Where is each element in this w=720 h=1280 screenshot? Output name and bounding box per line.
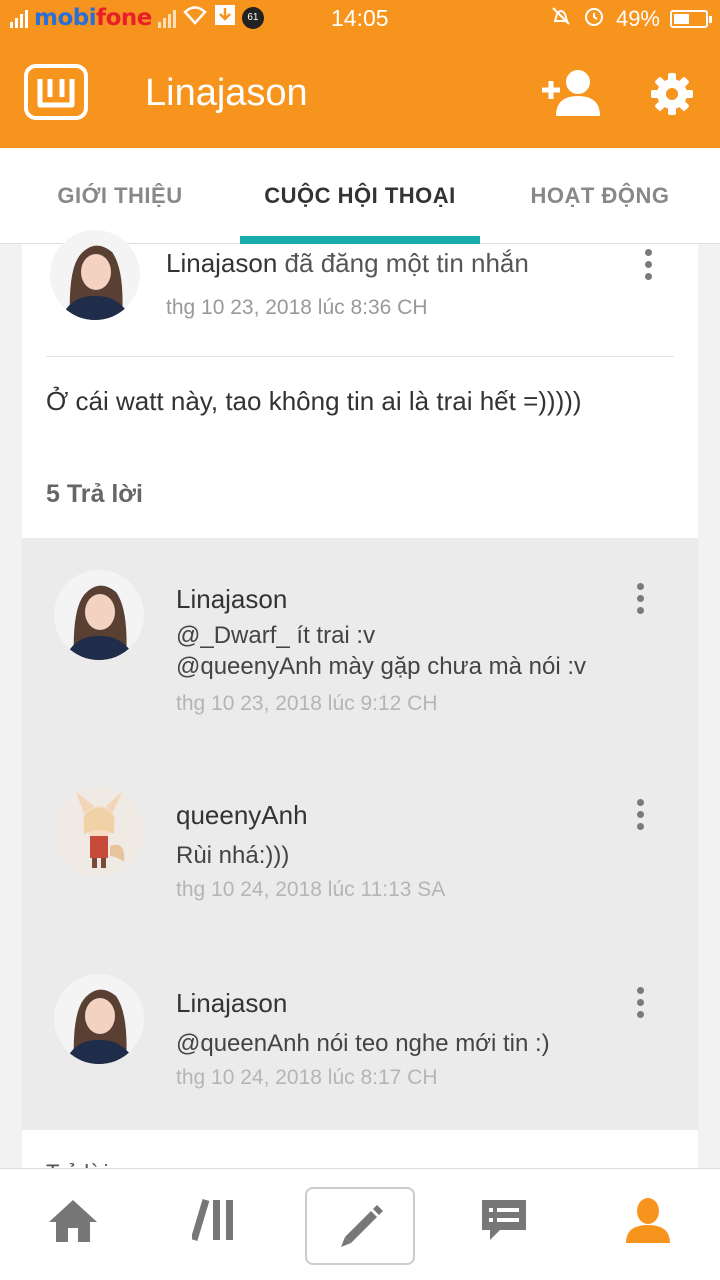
carrier-name: mobifone <box>34 4 152 31</box>
clock: 14:05 <box>331 5 389 31</box>
reply-more-button[interactable] <box>628 982 652 1022</box>
post-more-button[interactable] <box>636 244 660 284</box>
status-bar: mobifone 61 14:05 49% <box>0 0 720 36</box>
avatar[interactable] <box>54 786 144 876</box>
avatar[interactable] <box>50 230 140 320</box>
active-tab-indicator <box>240 236 480 244</box>
tab-activity[interactable]: HOẠT ĐỘNG <box>480 148 720 244</box>
home-icon <box>49 1200 97 1242</box>
reply-author[interactable]: queenyAnh <box>176 800 308 831</box>
wattpad-logo-icon[interactable] <box>24 64 88 120</box>
add-user-button[interactable] <box>540 66 604 122</box>
post-body: Ở cái watt này, tao không tin ai là trai… <box>46 386 582 416</box>
nav-write[interactable] <box>305 1187 415 1265</box>
profile-title: Linajason <box>145 72 308 114</box>
nav-messages[interactable] <box>449 1181 559 1259</box>
reply-text: @_Dwarf_ ít trai :v @queenyAnh mày gặp c… <box>176 622 586 680</box>
post-header: Linajason đã đăng một tin nhắn <box>166 248 529 279</box>
library-icon <box>192 1198 233 1242</box>
download-icon <box>214 4 236 31</box>
settings-button[interactable] <box>644 66 700 122</box>
reply-more-button[interactable] <box>628 794 652 834</box>
reply-author[interactable]: Linajason <box>176 584 287 615</box>
reply-count: 5 Trả lời <box>46 480 143 508</box>
signal-2-icon <box>157 8 176 28</box>
gear-icon <box>651 73 693 115</box>
conversation-card: Linajason đã đăng một tin nhắn thg 10 23… <box>22 230 698 1280</box>
reply-text: @queenAnh nói teo nghe mới tin :) <box>176 1030 550 1057</box>
post-action: đã đăng một tin nhắn <box>284 248 529 278</box>
reply-text: Rùi nhá:))) <box>176 842 290 869</box>
battery-percent: 49% <box>615 6 660 31</box>
reply-timestamp: thg 10 24, 2018 lúc 11:13 SA <box>176 878 446 901</box>
notification-badge: 61 <box>241 6 264 29</box>
post-timestamp: thg 10 23, 2018 lúc 8:36 CH <box>166 296 428 319</box>
reply-author[interactable]: Linajason <box>176 988 287 1019</box>
tab-conversations[interactable]: CUỘC HỘI THOẠI <box>240 148 480 244</box>
reply-more-button[interactable] <box>628 578 652 618</box>
avatar[interactable] <box>54 974 144 1064</box>
mute-icon <box>550 5 572 33</box>
alarm-icon <box>582 4 606 34</box>
add-user-icon <box>542 70 600 116</box>
replies-list: Linajason @_Dwarf_ ít trai :v @queenyAnh… <box>22 538 698 1130</box>
divider <box>46 356 674 357</box>
app-bar: Linajason <box>0 36 720 148</box>
wifi-icon <box>182 5 208 30</box>
nav-profile[interactable] <box>593 1181 703 1259</box>
profile-tabs: GIỚI THIỆU CUỘC HỘI THOẠI HOẠT ĐỘNG <box>0 148 720 244</box>
nav-library[interactable] <box>162 1181 272 1259</box>
messages-icon <box>482 1200 526 1240</box>
signal-icon <box>10 8 28 28</box>
tab-about[interactable]: GIỚI THIỆU <box>0 148 240 244</box>
reply-timestamp: thg 10 23, 2018 lúc 9:12 CH <box>176 692 438 715</box>
battery-icon <box>670 10 712 28</box>
reply-timestamp: thg 10 24, 2018 lúc 8:17 CH <box>176 1066 438 1089</box>
post-author[interactable]: Linajason <box>166 248 277 278</box>
profile-icon <box>626 1198 670 1243</box>
nav-home[interactable] <box>18 1181 128 1259</box>
pencil-icon <box>341 1205 383 1247</box>
avatar[interactable] <box>54 570 144 660</box>
bottom-nav <box>0 1168 720 1280</box>
